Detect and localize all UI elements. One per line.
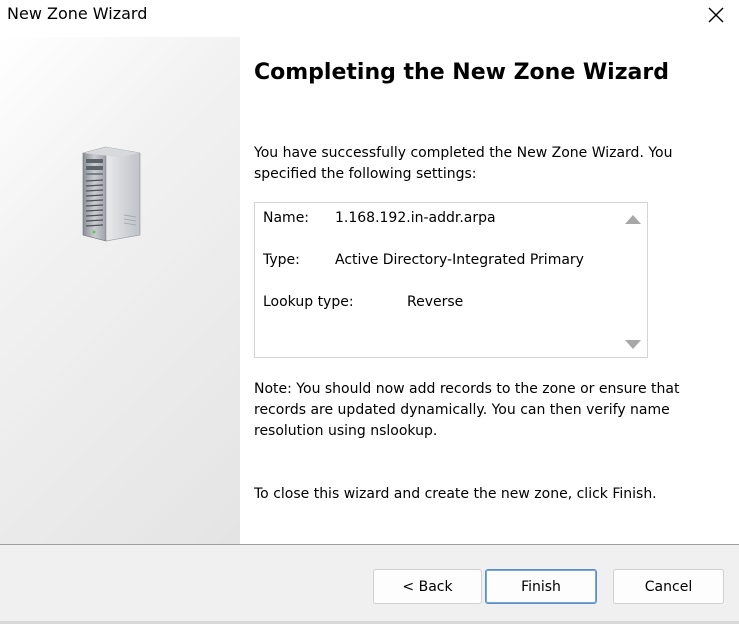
settings-summary-box[interactable]: Name: 1.168.192.in-addr.arpa Type: Activ… <box>254 202 648 358</box>
finish-button[interactable]: Finish <box>485 569 597 604</box>
setting-name-value: 1.168.192.in-addr.arpa <box>335 210 496 226</box>
setting-type-value: Active Directory-Integrated Primary <box>335 252 584 268</box>
scroll-up-arrow-icon[interactable] <box>625 215 641 224</box>
button-bar: < Back Finish Cancel <box>0 545 739 624</box>
wizard-side-panel <box>0 37 240 544</box>
setting-lookup-value: Reverse <box>407 294 464 310</box>
setting-lookup-label: Lookup type: <box>263 294 354 310</box>
server-tower-icon <box>82 146 141 242</box>
scroll-down-arrow-icon[interactable] <box>625 340 641 349</box>
close-button[interactable] <box>693 0 739 30</box>
title-bar: New Zone Wizard <box>0 0 739 37</box>
window-title: New Zone Wizard <box>7 4 148 23</box>
note-text: Note: You should now add records to the … <box>254 381 680 439</box>
wizard-content: Completing the New Zone Wizard You have … <box>240 37 739 544</box>
setting-name-label: Name: <box>263 210 310 226</box>
back-button[interactable]: < Back <box>373 569 482 604</box>
vertical-scrollbar[interactable] <box>619 203 647 357</box>
closing-instruction: To close this wizard and create the new … <box>254 486 657 502</box>
cancel-button[interactable]: Cancel <box>613 569 724 604</box>
wizard-window: New Zone Wizard Completing the New Zone … <box>0 0 739 624</box>
close-icon <box>708 7 724 23</box>
setting-type-label: Type: <box>263 252 300 268</box>
intro-text: You have successfully completed the New … <box>254 145 673 182</box>
page-title: Completing the New Zone Wizard <box>254 60 669 85</box>
